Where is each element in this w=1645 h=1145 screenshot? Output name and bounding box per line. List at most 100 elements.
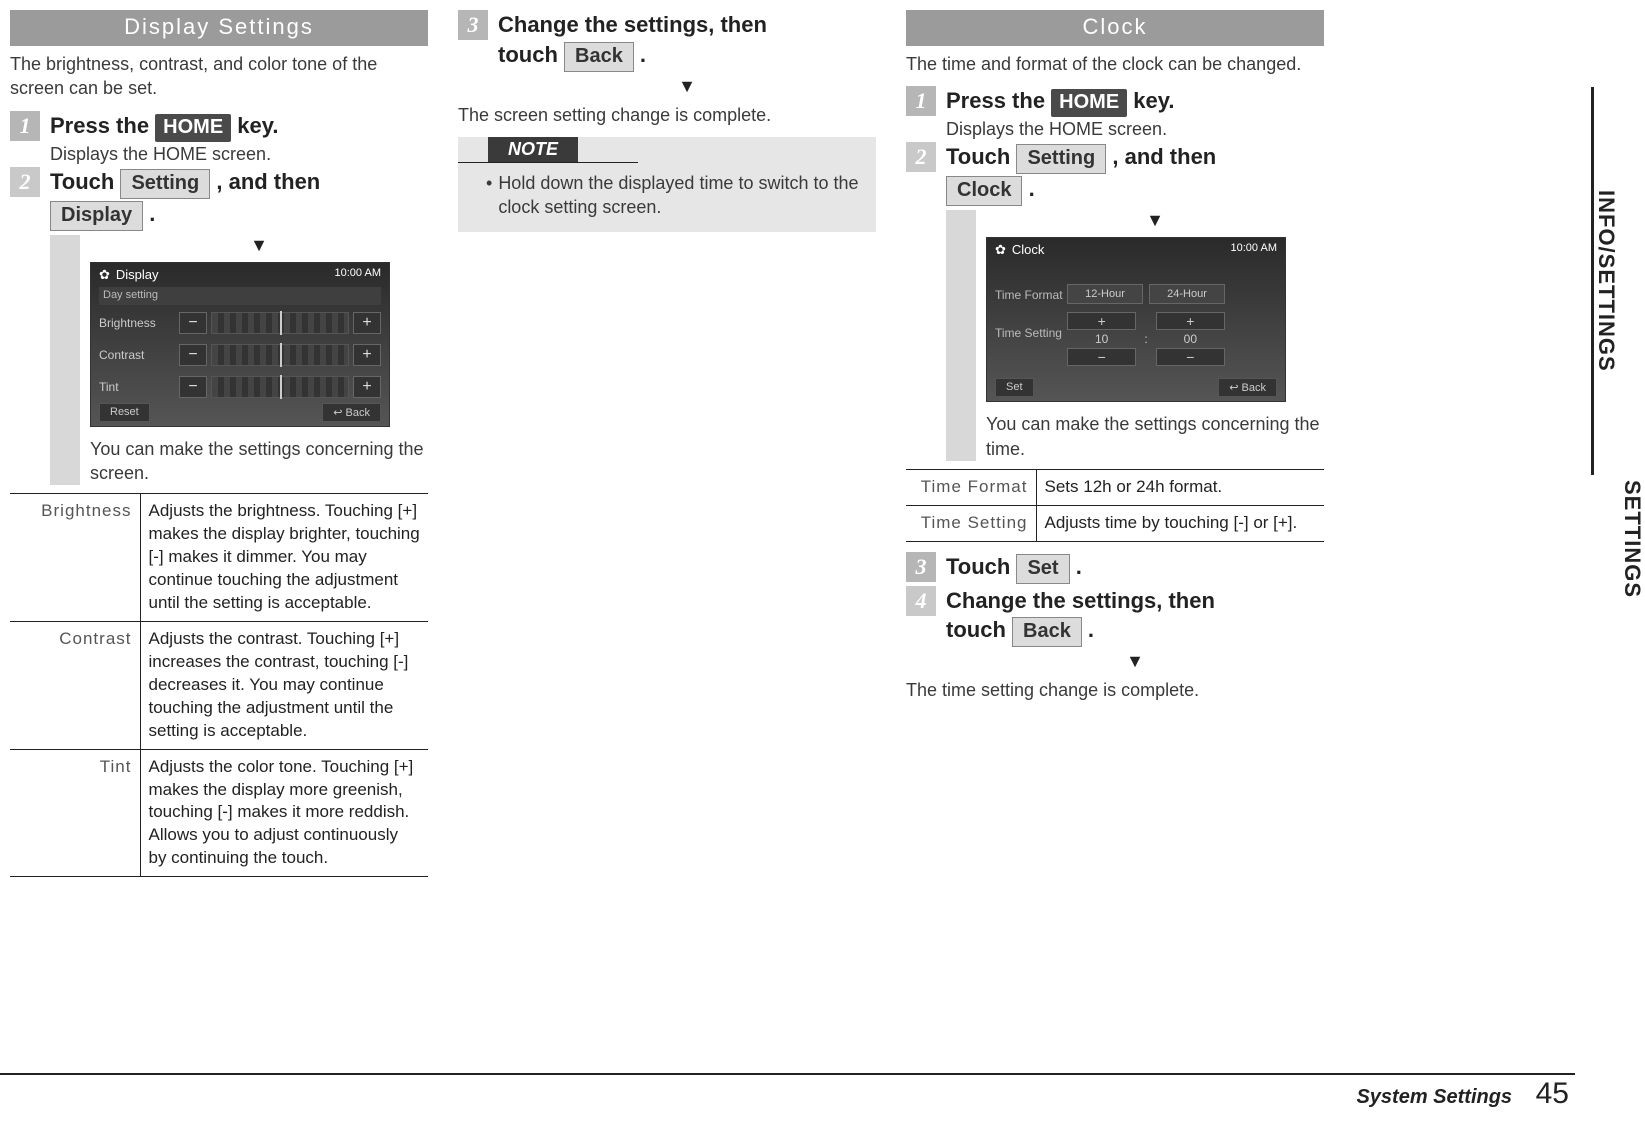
text: Touch <box>946 144 1016 169</box>
desc: Sets 12h or 24h format. <box>1036 469 1324 505</box>
minus-icon: − <box>179 344 207 366</box>
slider-scale <box>211 312 349 334</box>
page: Display Settings The brightness, contras… <box>0 0 1645 887</box>
minus-icon: − <box>1156 348 1225 366</box>
step-title: Press the HOME key. <box>50 111 428 142</box>
section-title-display: Display Settings <box>10 10 428 46</box>
table-row: Time Format Sets 12h or 24h format. <box>906 469 1324 505</box>
display-after-ss: You can make the settings concerning the… <box>90 437 428 486</box>
text: key. <box>231 113 278 138</box>
table-row: Time Setting Adjusts time by touching [-… <box>906 505 1324 541</box>
step-number: 4 <box>906 586 936 616</box>
step-number: 2 <box>906 142 936 172</box>
clock-intro: The time and format of the clock can be … <box>906 52 1324 76</box>
text: . <box>1022 176 1034 201</box>
text: Back <box>1242 382 1266 394</box>
note-box: NOTE • Hold down the displayed time to s… <box>458 137 876 232</box>
text: Change the settings, then <box>946 588 1215 613</box>
set-button-label: Set <box>1016 554 1069 584</box>
term: Brightness <box>10 494 140 622</box>
term: Time Setting <box>906 505 1036 541</box>
step-title: Change the settings, then touch Back . <box>498 10 876 72</box>
table-row: Tint Adjusts the color tone. Touching [+… <box>10 749 428 877</box>
home-key-label: HOME <box>1051 89 1127 117</box>
text: , and then <box>1106 144 1216 169</box>
step-title: Touch Setting , and then Display . <box>50 167 428 231</box>
term: Time Format <box>906 469 1036 505</box>
display-step-3: 3 Change the settings, then touch Back . <box>458 10 876 72</box>
col-clock: Clock The time and format of the clock c… <box>906 10 1324 877</box>
clock-after-ss: You can make the settings concerning the… <box>986 412 1324 461</box>
step-title: Press the HOME key. <box>946 86 1324 117</box>
ss-minute-value: 00 <box>1156 330 1225 348</box>
text: , and then <box>210 169 320 194</box>
step-sub: Displays the HOME screen. <box>50 144 428 165</box>
ss-title: Display <box>116 267 159 282</box>
display-desc-table: Brightness Adjusts the brightness. Touch… <box>10 493 428 877</box>
ss-12hour-option: 12-Hour <box>1067 284 1143 304</box>
table-row: Contrast Adjusts the contrast. Touching … <box>10 621 428 749</box>
back-arrow-icon: ↩ <box>1229 382 1238 394</box>
display-result: The screen setting change is complete. <box>458 103 876 127</box>
desc: Adjusts the contrast. Touching [+] incre… <box>140 621 428 749</box>
step-title: Change the settings, then touch Back . <box>946 586 1324 648</box>
step-number: 1 <box>10 111 40 141</box>
clock-button-label: Clock <box>946 176 1022 206</box>
step-title: Touch Set . <box>946 552 1324 584</box>
ss-back-button: ↩ Back <box>322 403 381 422</box>
back-button-label: Back <box>1012 617 1082 647</box>
gear-icon: ✿ <box>995 242 1006 257</box>
display-step2-content: ▼ ✿Display 10:00 AM Day setting Brightne… <box>50 235 428 486</box>
ss-back-button: ↩ Back <box>1218 378 1277 397</box>
desc: Adjusts the brightness. Touching [+] mak… <box>140 494 428 622</box>
term: Contrast <box>10 621 140 749</box>
text: Press the <box>946 88 1051 113</box>
text: . <box>143 201 155 226</box>
ss-row-tint: Tint − + <box>99 373 381 401</box>
text: . <box>1070 554 1082 579</box>
plus-icon: + <box>353 344 381 366</box>
note-text: Hold down the displayed time to switch t… <box>498 171 862 220</box>
footer-rule <box>0 1073 1575 1075</box>
ss-row-label: Tint <box>99 380 179 394</box>
ss-time-format-label: Time Format <box>995 288 1063 302</box>
text: key. <box>1127 88 1174 113</box>
display-step-2: 2 Touch Setting , and then Display . <box>10 167 428 231</box>
ss-clock-time: 10:00 AM <box>335 267 381 279</box>
step-number: 3 <box>906 552 936 582</box>
ss-row-brightness: Brightness − + <box>99 309 381 337</box>
colon-icon: : <box>1144 332 1147 346</box>
arrow-down-icon: ▼ <box>986 210 1324 231</box>
step-title: Touch Setting , and then Clock . <box>946 142 1324 206</box>
text: . <box>634 42 646 67</box>
ss-reset-button: Reset <box>99 403 150 422</box>
arrow-down-icon: ▼ <box>946 651 1324 672</box>
plus-icon: + <box>1156 312 1225 330</box>
minus-icon: − <box>1067 348 1136 366</box>
ss-row-label: Contrast <box>99 348 179 362</box>
display-intro: The brightness, contrast, and color tone… <box>10 52 428 101</box>
back-arrow-icon: ↩ <box>333 407 342 419</box>
note-label: NOTE <box>488 137 578 162</box>
display-settings-screenshot: ✿Display 10:00 AM Day setting Brightness… <box>90 262 390 427</box>
ss-clock-time: 10:00 AM <box>1231 242 1277 254</box>
step-number: 1 <box>906 86 936 116</box>
text: touch <box>946 617 1012 642</box>
footer: System Settings 45 <box>1356 1077 1569 1111</box>
ss-title: Clock <box>1012 242 1045 257</box>
minus-icon: − <box>179 312 207 334</box>
desc: Adjusts the color tone. Touching [+] mak… <box>140 749 428 877</box>
col-middle: 3 Change the settings, then touch Back .… <box>458 10 876 877</box>
clock-result: The time setting change is complete. <box>906 678 1324 702</box>
step-number: 3 <box>458 10 488 40</box>
text: Change the settings, then <box>498 12 767 37</box>
footer-section: System Settings <box>1356 1086 1512 1108</box>
display-button-label: Display <box>50 201 143 231</box>
setting-button-label: Setting <box>1016 144 1106 174</box>
ss-time-setting-label: Time Setting <box>995 326 1062 340</box>
col-display: Display Settings The brightness, contras… <box>10 10 428 877</box>
desc: Adjusts time by touching [-] or [+]. <box>1036 505 1324 541</box>
side-tab-settings: SETTINGS <box>1619 480 1645 598</box>
ss-row-contrast: Contrast − + <box>99 341 381 369</box>
text: touch <box>498 42 564 67</box>
